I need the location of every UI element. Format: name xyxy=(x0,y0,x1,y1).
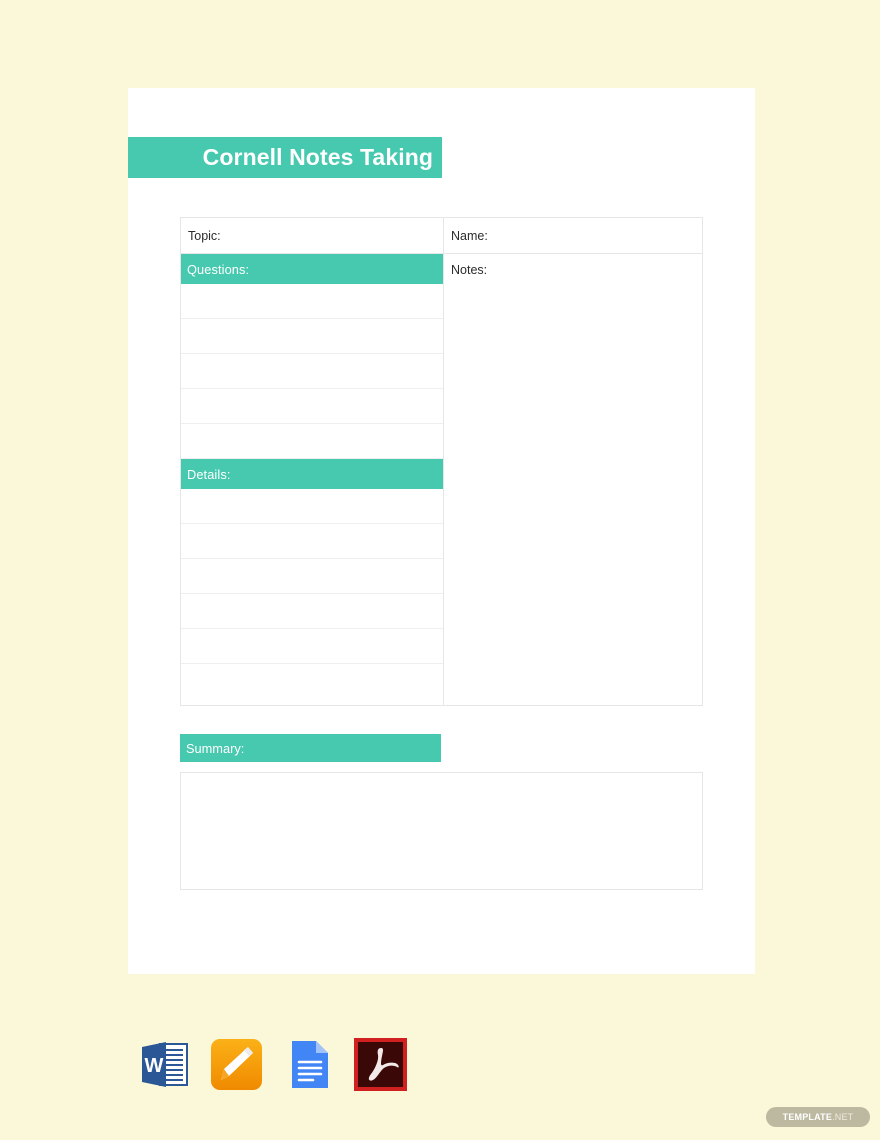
topic-label: Topic: xyxy=(188,228,221,243)
table-row[interactable] xyxy=(181,389,443,424)
details-band: Details: xyxy=(181,459,443,489)
table-row[interactable] xyxy=(181,594,443,629)
table-right-column: Name: Notes: xyxy=(444,218,702,705)
table-row[interactable] xyxy=(181,489,443,524)
apple-pages-icon[interactable] xyxy=(208,1036,265,1093)
table-row[interactable] xyxy=(181,354,443,389)
table-row[interactable] xyxy=(181,284,443,319)
table-row[interactable] xyxy=(181,319,443,354)
file-format-icons: W xyxy=(136,1036,409,1093)
document-page: Cornell Notes Taking Topic: Questions: D… xyxy=(128,88,755,974)
notes-label: Notes: xyxy=(451,263,488,277)
pdf-icon[interactable] xyxy=(352,1036,409,1093)
notes-cell[interactable]: Notes: xyxy=(444,254,702,706)
table-row[interactable] xyxy=(181,629,443,664)
summary-label: Summary: xyxy=(186,740,245,756)
svg-text:W: W xyxy=(145,1055,164,1077)
table-row[interactable] xyxy=(181,664,443,699)
cornell-notes-table: Topic: Questions: Details: Name: Notes: xyxy=(180,217,703,706)
summary-input-box[interactable] xyxy=(180,772,703,890)
google-docs-icon[interactable] xyxy=(280,1036,337,1093)
questions-band: Questions: xyxy=(181,254,443,284)
name-cell[interactable]: Name: xyxy=(444,218,702,254)
name-label: Name: xyxy=(451,228,488,243)
watermark-secondary: .NET xyxy=(832,1112,854,1122)
table-row[interactable] xyxy=(181,559,443,594)
summary-band: Summary: xyxy=(180,734,441,762)
topic-cell[interactable]: Topic: xyxy=(181,218,443,254)
details-label: Details: xyxy=(187,466,231,482)
table-row[interactable] xyxy=(181,424,443,459)
questions-label: Questions: xyxy=(187,261,250,277)
template-watermark: TEMPLATE .NET xyxy=(766,1107,870,1127)
watermark-primary: TEMPLATE xyxy=(782,1112,833,1122)
table-row[interactable] xyxy=(181,524,443,559)
ms-word-icon[interactable]: W xyxy=(136,1036,193,1093)
table-left-column: Topic: Questions: Details: xyxy=(181,218,444,705)
page-title: Cornell Notes Taking xyxy=(202,144,433,170)
document-title-banner: Cornell Notes Taking xyxy=(128,137,442,178)
